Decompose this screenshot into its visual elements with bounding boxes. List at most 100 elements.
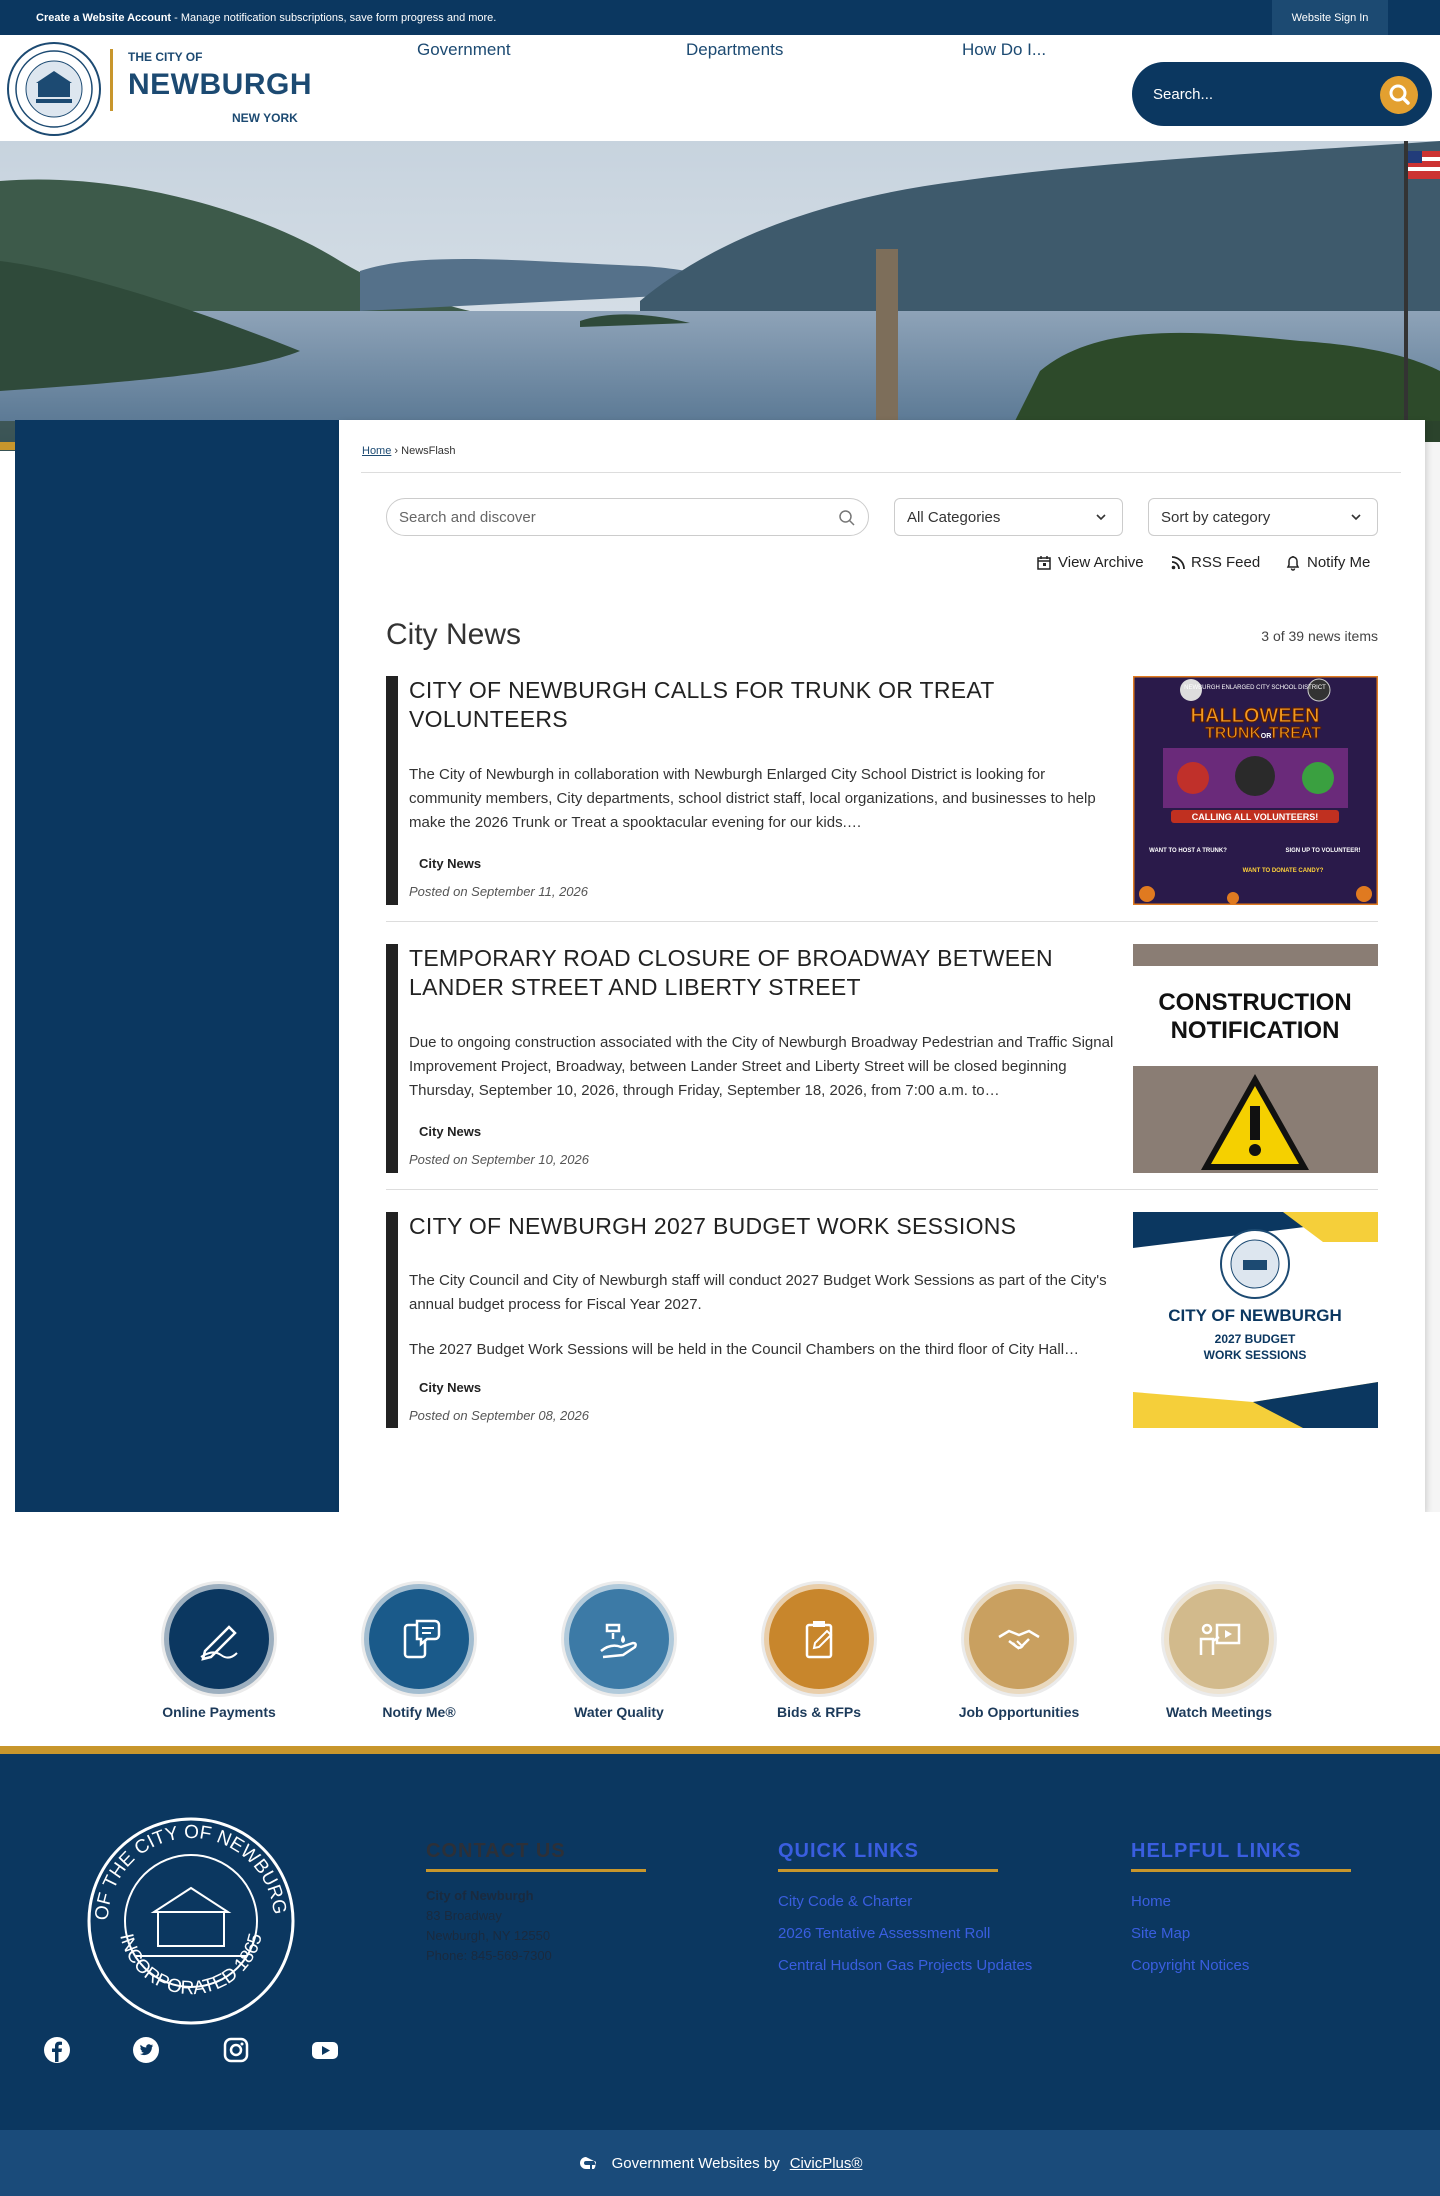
site-header: THE CITY OF NEWBURGH NEW YORK Government… (0, 35, 1440, 141)
rss-feed-link[interactable]: RSS Feed (1171, 554, 1260, 571)
logo-title[interactable]: NEWBURGH (128, 68, 312, 102)
quick-link-notify-me[interactable]: Notify Me® (329, 1584, 509, 1720)
quick-links-section: Online Payments Notify Me® Water Quality… (0, 1512, 1440, 1746)
news-item-category[interactable]: City News (419, 1124, 481, 1139)
civicplus-link[interactable]: CivicPlus® (790, 2155, 863, 2172)
news-item-category[interactable]: City News (419, 1380, 481, 1395)
footer-link-copyright[interactable]: Copyright Notices (1131, 1950, 1351, 1982)
quick-link-label: Job Opportunities (958, 1704, 1080, 1720)
svg-text:CALLING ALL VOLUNTEERS!: CALLING ALL VOLUNTEERS! (1192, 812, 1319, 822)
rss-icon (1171, 555, 1185, 569)
phone-chat-icon (364, 1584, 474, 1694)
site-footer: SEAL OF THE CITY OF NEWBURGH, N.Y. INCOR… (0, 1754, 1440, 2130)
news-item-accent (386, 676, 398, 905)
svg-text:TREAT: TREAT (1269, 725, 1321, 742)
footer-gold-divider (0, 1746, 1440, 1754)
footer-link-city-code[interactable]: City Code & Charter (778, 1886, 1032, 1918)
news-item-thumbnail[interactable]: NEWBURGH ENLARGED CITY SCHOOL DISTRICT H… (1133, 676, 1378, 905)
nav-government[interactable]: Government (417, 40, 511, 60)
left-sidebar (15, 420, 339, 1512)
notify-me-link[interactable]: Notify Me (1285, 554, 1370, 571)
news-item-thumbnail[interactable]: CITY OF NEWBURGH 2027 BUDGET WORK SESSIO… (1133, 1212, 1378, 1428)
svg-text:INCORPORATED 1865: INCORPORATED 1865 (115, 1931, 267, 1999)
news-item-category[interactable]: City News (419, 856, 481, 871)
news-item-date: Posted on September 11, 2026 (409, 884, 588, 899)
youtube-icon[interactable] (311, 2036, 339, 2064)
bell-icon (1286, 555, 1300, 571)
svg-text:SIGN UP TO VOLUNTEER!: SIGN UP TO VOLUNTEER! (1285, 848, 1360, 854)
footer-link-site-map[interactable]: Site Map (1131, 1918, 1351, 1950)
top-bar: Create a Website Account - Manage notifi… (0, 0, 1440, 35)
view-archive-label: View Archive (1058, 554, 1144, 571)
footer-link-home[interactable]: Home (1131, 1886, 1351, 1918)
civicplus-footer: Government Websites by CivicPlus® (0, 2130, 1440, 2196)
clipboard-icon (764, 1584, 874, 1694)
news-item-title[interactable]: TEMPORARY ROAD CLOSURE OF BROADWAY BETWE… (409, 944, 1119, 1002)
contact-name: City of Newburgh (426, 1888, 534, 1903)
create-account-link[interactable]: Create a Website Account - Manage notifi… (0, 12, 496, 24)
logo-divider (110, 49, 113, 111)
svg-text:NOTIFICATION: NOTIFICATION (1171, 1017, 1340, 1044)
news-item-accent (386, 1212, 398, 1428)
footer-link-assessment-roll[interactable]: 2026 Tentative Assessment Roll (778, 1918, 1032, 1950)
chevron-down-icon (1096, 514, 1106, 521)
quick-link-water-quality[interactable]: Water Quality (529, 1584, 709, 1720)
footer-link-gas-projects[interactable]: Central Hudson Gas Projects Updates (778, 1950, 1032, 1982)
page-title: City News (386, 618, 522, 651)
contact-phone: Phone: 845-569-7300 (426, 1948, 552, 1963)
news-item-title[interactable]: CITY OF NEWBURGH 2027 BUDGET WORK SESSIO… (409, 1212, 1119, 1241)
view-archive-link[interactable]: View Archive (1036, 554, 1144, 571)
footer-helpful-links: HELPFUL LINKS Home Site Map Copyright No… (1131, 1840, 1351, 1982)
facebook-icon[interactable] (43, 2036, 71, 2064)
news-search-input[interactable]: Search and discover (386, 498, 869, 536)
nav-departments[interactable]: Departments (686, 40, 783, 60)
svg-text:WANT TO HOST A TRUNK?: WANT TO HOST A TRUNK? (1149, 848, 1227, 854)
site-search-input[interactable]: Search... (1132, 62, 1432, 126)
contact-city: Newburgh, NY 12550 (426, 1928, 551, 1943)
presenter-icon (1164, 1584, 1274, 1694)
quick-link-online-payments[interactable]: Online Payments (129, 1584, 309, 1720)
twitter-icon[interactable] (132, 2036, 160, 2064)
svg-text:WANT TO DONATE CANDY?: WANT TO DONATE CANDY? (1243, 868, 1324, 874)
quick-link-label: Water Quality (574, 1704, 664, 1720)
news-item: TEMPORARY ROAD CLOSURE OF BROADWAY BETWE… (386, 944, 1378, 1194)
sort-select-value: Sort by category (1161, 508, 1271, 526)
breadcrumb-separator: › (394, 445, 399, 457)
logo-subtitle: THE CITY OF (128, 50, 203, 64)
quick-link-label: Online Payments (162, 1704, 276, 1720)
handshake-icon (964, 1584, 1074, 1694)
quick-link-watch-meetings[interactable]: Watch Meetings (1129, 1584, 1309, 1720)
instagram-icon[interactable] (222, 2036, 250, 2064)
news-item: CITY OF NEWBURGH CALLS FOR TRUNK OR TREA… (386, 676, 1378, 926)
category-select-value: All Categories (907, 508, 1001, 526)
news-search-placeholder: Search and discover (399, 508, 536, 526)
footer-seal-logo: SEAL OF THE CITY OF NEWBURGH, N.Y. INCOR… (86, 1816, 295, 2025)
sort-select[interactable]: Sort by category (1148, 498, 1378, 536)
svg-text:WORK SESSIONS: WORK SESSIONS (1204, 1348, 1307, 1362)
sign-in-button[interactable]: Website Sign In (1272, 0, 1388, 35)
quick-link-bids-rfps[interactable]: Bids & RFPs (729, 1584, 909, 1720)
civicplus-logo-icon (579, 2157, 596, 2169)
quick-link-job-opportunities[interactable]: Job Opportunities (929, 1584, 1109, 1720)
news-item-title[interactable]: CITY OF NEWBURGH CALLS FOR TRUNK OR TREA… (409, 676, 1119, 734)
contact-heading: CONTACT US (426, 1840, 646, 1872)
svg-text:2027 BUDGET: 2027 BUDGET (1215, 1332, 1296, 1346)
breadcrumb-home[interactable]: Home (362, 445, 391, 457)
news-item-divider (386, 1189, 1378, 1190)
search-icon[interactable] (1380, 76, 1418, 114)
nav-how-do-i[interactable]: How Do I... (962, 40, 1046, 60)
water-hand-icon (564, 1584, 674, 1694)
main-content: Home › NewsFlash Search and discover All… (339, 420, 1425, 1512)
category-select[interactable]: All Categories (894, 498, 1123, 536)
news-item-thumbnail[interactable]: CONSTRUCTION NOTIFICATION (1133, 944, 1378, 1173)
chevron-down-icon (1351, 514, 1361, 521)
news-item-accent (386, 944, 398, 1173)
notify-me-label: Notify Me (1307, 554, 1371, 571)
news-item-date: Posted on September 10, 2026 (409, 1152, 589, 1167)
news-item-description: The City Council and City of Newburgh st… (409, 1272, 1107, 1313)
right-gutter (1425, 442, 1440, 1512)
svg-text:HALLOWEEN: HALLOWEEN (1191, 705, 1320, 727)
city-seal-logo[interactable] (6, 41, 102, 137)
search-icon[interactable] (838, 509, 856, 527)
news-item-divider (386, 921, 1378, 922)
